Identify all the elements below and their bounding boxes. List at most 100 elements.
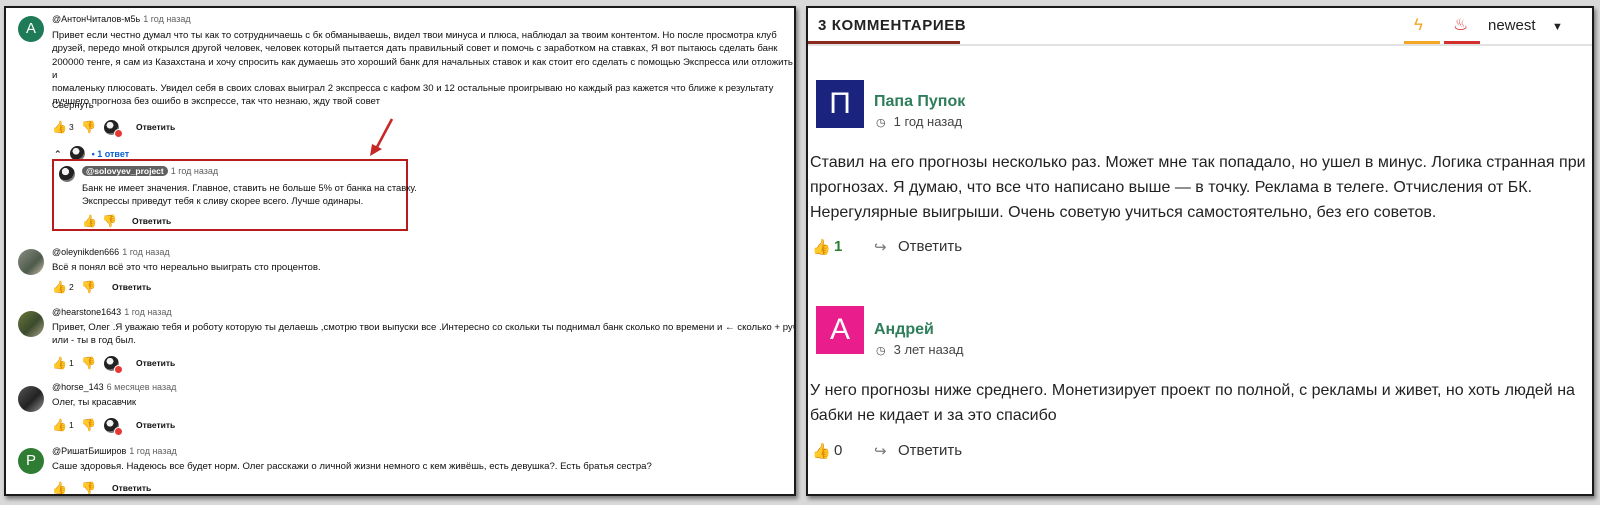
comment-actions: 👍 2 👎 Ответить [52, 280, 252, 296]
thumbs-up-icon[interactable]: 👍 [812, 442, 831, 460]
thumbs-down-icon[interactable]: 👎 [81, 481, 96, 494]
reply-button[interactable]: Ответить [136, 358, 175, 368]
thumbs-up-icon[interactable]: 👍 [52, 356, 67, 370]
collapse-link[interactable]: Свернуть [52, 100, 94, 111]
avatar[interactable] [18, 249, 44, 275]
comment-time[interactable]: 1 год назад [143, 14, 190, 24]
reply-button[interactable]: Ответить [132, 216, 171, 226]
avatar[interactable]: P [18, 448, 44, 474]
avatar[interactable] [18, 311, 44, 337]
reply-line: Экспрессы приведут тебя к сливу скорее в… [82, 195, 364, 206]
like-count: 3 [69, 122, 74, 132]
comment-line: Привет если честно думал что ты как то с… [52, 30, 777, 41]
heart-icon [114, 365, 123, 374]
reply-button[interactable]: Ответить [898, 442, 962, 459]
reply-time[interactable]: 1 год назад [171, 166, 218, 176]
comment-line: 200000 тенге, я сам из Казахстана и хочу… [52, 56, 793, 81]
lightning-icon[interactable]: ϟ [1414, 15, 1423, 35]
thumbs-up-icon[interactable]: 👍 [52, 481, 67, 494]
reply-button[interactable]: Ответить [898, 238, 962, 255]
thumbs-down-icon[interactable]: 👎 [81, 418, 96, 432]
thumbs-down-icon[interactable]: 👎 [102, 214, 117, 228]
reply-text: Банк не имеет значения. Главное, ставить… [82, 181, 417, 207]
thumbs-down-icon[interactable]: 👎 [81, 280, 96, 294]
author-name[interactable]: @АнтонЧиталов-м5ь [52, 14, 140, 24]
comment-actions: 👍 1 👎 Ответить [52, 356, 252, 374]
comment-time[interactable]: 1 год назад [124, 307, 171, 317]
commenter-name[interactable]: Андрей [874, 321, 934, 339]
comment-time[interactable]: ◷ 1 год назад [876, 114, 962, 129]
header-accent-underline [808, 41, 960, 44]
author-name[interactable]: @oleynikden666 [52, 247, 119, 257]
comment-line: прогнозах. Я думаю, что все что написано… [810, 179, 1533, 196]
comment-time[interactable]: 1 год назад [129, 446, 176, 456]
like-count: 1 [69, 358, 74, 368]
comment-line: бабки не кидает и за это спасибо [810, 407, 1057, 424]
youtube-comments-panel: A @АнтонЧиталов-м5ь 1 год назад Привет ес… [4, 6, 796, 496]
comment-line: лучшего прогноза без ошибо в экспрессе, … [52, 96, 380, 108]
site-comments-panel: 3 КОММЕНТАРИЕВ ϟ ♨ newest ▼ П Папа Пупок… [806, 6, 1594, 496]
reply-button[interactable]: Ответить [136, 420, 175, 430]
thumbs-up-icon[interactable]: 👍 [52, 120, 67, 134]
author-name[interactable]: @РишатБиширов [52, 446, 126, 456]
reply-button[interactable]: Ответить [136, 122, 175, 132]
reply-avatar[interactable] [59, 166, 75, 182]
comment-time[interactable]: 6 месяцев назад [107, 382, 177, 392]
thumbs-up-icon[interactable]: 👍 [52, 280, 67, 294]
thumbs-up-icon[interactable]: 👍 [82, 214, 97, 228]
comment-line: Всё я понял всё это что нереально выигра… [52, 262, 321, 273]
commenter-name[interactable]: Папа Пупок [874, 93, 965, 111]
comment-author[interactable]: @АнтонЧиталов-м5ь 1 год назад [52, 14, 191, 24]
comment-actions: 👍 3 👎 Ответить [52, 120, 252, 138]
comment-line: Олег, ты красавчик [52, 397, 137, 408]
sort-select[interactable]: newest [1488, 17, 1536, 34]
comments-header: 3 КОММЕНТАРИЕВ ϟ ♨ newest ▼ [808, 8, 1592, 46]
author-handle-chip[interactable]: @solovyev_project [82, 166, 168, 176]
like-count: 0 [834, 442, 843, 459]
fire-icon[interactable]: ♨ [1453, 15, 1468, 35]
comment-line: Ставил на его прогнозы несколько раз. Мо… [810, 154, 1586, 171]
thumbs-up-icon[interactable]: 👍 [52, 418, 67, 432]
reply-actions: 👍 👎 Ответить [82, 214, 202, 230]
avatar[interactable] [18, 386, 44, 412]
comment-author[interactable]: @oleynikden666 1 год назад [52, 247, 170, 257]
sort-underline-top [1444, 41, 1480, 44]
red-arrow-annotation [370, 118, 394, 156]
reply-arrow-icon[interactable]: ↪ [874, 238, 887, 256]
author-name[interactable]: @horse_143 [52, 382, 104, 392]
like-count: 1 [834, 238, 843, 255]
comments-count: 3 КОММЕНТАРИЕВ [818, 17, 967, 34]
thumbs-up-icon[interactable]: 👍 [812, 238, 831, 256]
like-count: 1 [69, 420, 74, 430]
thumbs-down-icon[interactable]: 👎 [81, 356, 96, 370]
heart-icon [114, 129, 123, 138]
comment-time[interactable]: 1 год назад [122, 247, 169, 257]
highlighted-reply: @solovyev_project 1 год назад Банк не име… [52, 159, 417, 231]
clock-icon: ◷ [876, 117, 886, 129]
avatar[interactable]: A [18, 16, 44, 42]
reply-author[interactable]: @solovyev_project 1 год назад [82, 166, 218, 176]
comment-author[interactable]: @horse_143 6 месяцев назад [52, 382, 176, 392]
comment-line: друзей, передо мной открылся другой чело… [52, 43, 778, 55]
comment-actions: 👍 1 ↪ Ответить [808, 238, 1592, 260]
comment-line: Привет, Олег .Я уважаю тебя и роботу кот… [52, 322, 796, 333]
chevron-down-icon[interactable]: ▼ [1552, 21, 1563, 33]
comment-line: Нерегулярные выигрыши. Очень советую учи… [810, 204, 1437, 221]
comment-line: помаленьку плюсовать. Увидел себя в свои… [52, 83, 774, 95]
avatar[interactable]: А [816, 306, 864, 354]
reply-arrow-icon[interactable]: ↪ [874, 442, 887, 460]
comment-author[interactable]: @РишатБиширов 1 год назад [52, 446, 177, 456]
thumbs-down-icon[interactable]: 👎 [81, 120, 96, 134]
comment-text: Саше здоровья. Надеюсь все будет норм. О… [52, 460, 652, 473]
comment-author[interactable]: @hearstone1643 1 год назад [52, 307, 172, 317]
clock-icon: ◷ [876, 345, 886, 357]
chevron-up-icon: ⌃ [54, 148, 62, 159]
author-name[interactable]: @hearstone1643 [52, 307, 121, 317]
time-text: 3 лет назад [893, 342, 964, 357]
reply-button[interactable]: Ответить [112, 483, 151, 493]
comment-actions: 👍 0 ↪ Ответить [808, 442, 1592, 464]
comment-time[interactable]: ◷ 3 лет назад [876, 342, 963, 357]
comment-actions: 👍 👎 Ответить [52, 481, 252, 494]
avatar[interactable]: П [816, 80, 864, 128]
reply-button[interactable]: Ответить [112, 282, 151, 292]
